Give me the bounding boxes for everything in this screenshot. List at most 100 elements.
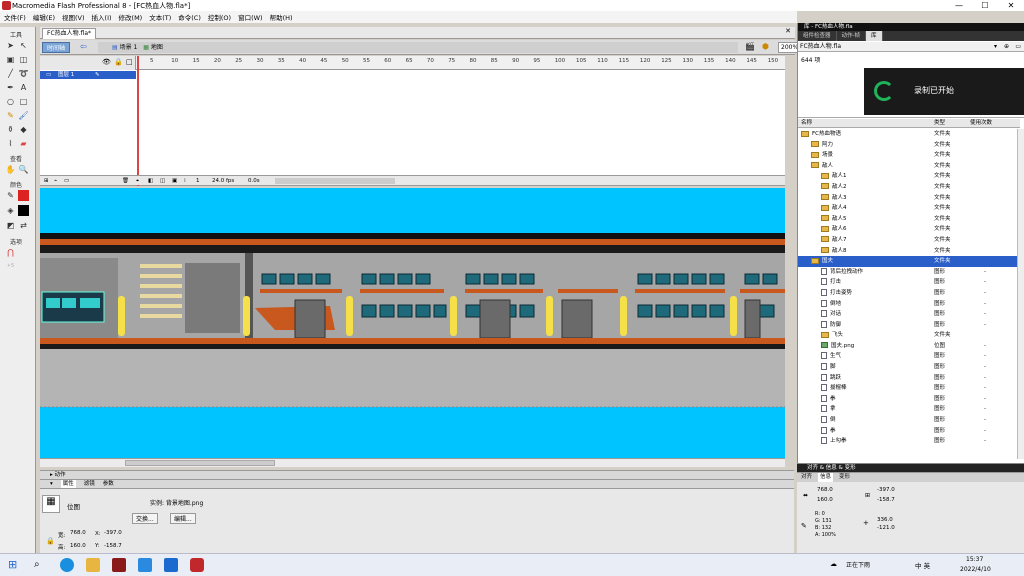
library-item[interactable]: 脚 图形 -: [798, 362, 1017, 373]
library-item[interactable]: 飞头 文件夹: [798, 330, 1017, 341]
menu-text[interactable]: 文本(T): [149, 12, 171, 22]
library-item[interactable]: 阿力 文件夹: [798, 140, 1017, 151]
zoom-tool-icon[interactable]: 🔍: [18, 164, 29, 175]
lock-icon[interactable]: 🔒: [114, 58, 123, 66]
library-item[interactable]: 敌人1 文件夹: [798, 171, 1017, 182]
frame-ruler[interactable]: 5 10 15 20 25 30 35 40 45 50 55 60 65 70 75 80 85 90 95 100…: [136, 56, 785, 70]
search-icon[interactable]: ⌕: [34, 558, 48, 572]
library-item[interactable]: 敌人4 文件夹: [798, 203, 1017, 214]
menu-help[interactable]: 帮助(H): [270, 12, 293, 22]
library-item[interactable]: 敌人3 文件夹: [798, 193, 1017, 204]
col-name[interactable]: 名称: [801, 119, 812, 128]
layer-row[interactable]: ▭ 图层 1 ✎: [40, 71, 136, 79]
eye-icon[interactable]: 👁: [102, 58, 111, 66]
library-item[interactable]: 敌人7 文件夹: [798, 235, 1017, 246]
close-button[interactable]: ✕: [998, 0, 1024, 11]
minimize-button[interactable]: —: [946, 0, 972, 11]
menu-edit[interactable]: 编辑(E): [33, 12, 55, 22]
tab-properties[interactable]: 属性: [60, 480, 76, 488]
onion-outline-icon[interactable]: ◫: [160, 176, 165, 186]
onion-skin-icon[interactable]: ◧: [148, 176, 153, 186]
add-folder-icon[interactable]: ▭: [64, 176, 69, 186]
library-item[interactable]: 敌人5 文件夹: [798, 214, 1017, 225]
breadcrumb-symbol[interactable]: 地图: [151, 44, 163, 51]
app-icon-red[interactable]: [112, 558, 126, 572]
delete-layer-icon[interactable]: 🗑: [122, 176, 129, 186]
library-scrollbar[interactable]: [1017, 129, 1024, 459]
fill-transform-icon[interactable]: ◫: [18, 54, 29, 65]
width-field[interactable]: 768.0: [70, 530, 86, 536]
edit-multiple-icon[interactable]: ▣: [172, 176, 177, 186]
arrow-tool-icon[interactable]: ➤: [5, 40, 16, 51]
menu-control[interactable]: 控制(O): [208, 12, 231, 22]
tab-transform[interactable]: 变形: [839, 473, 850, 482]
stroke-color-icon[interactable]: ✎: [5, 190, 16, 201]
library-item[interactable]: 拔棍棒 图形 -: [798, 383, 1017, 394]
library-item[interactable]: 国夫.png 位图 -: [798, 341, 1017, 352]
start-windows-icon[interactable]: ⊞: [8, 558, 22, 572]
library-item[interactable]: 背后拉拽动作 图形 -: [798, 267, 1017, 278]
subselect-tool-icon[interactable]: ↖: [18, 40, 29, 51]
flash-taskbar-icon[interactable]: [190, 558, 204, 572]
y-field[interactable]: -158.7: [104, 543, 122, 549]
tab-library[interactable]: 库: [866, 31, 883, 41]
add-guide-icon[interactable]: ⌁: [54, 176, 57, 186]
timeline-scrollbar[interactable]: [275, 178, 395, 184]
menu-file[interactable]: 文件(F): [4, 12, 26, 22]
close-doc-icon[interactable]: ✕: [785, 27, 791, 35]
info-y[interactable]: -158.7: [877, 497, 895, 503]
ime-indicator[interactable]: 中 英: [915, 560, 930, 570]
pencil-tool-icon[interactable]: ✎: [5, 110, 16, 121]
library-item[interactable]: 对话 图形 -: [798, 309, 1017, 320]
tab-component-inspector[interactable]: 组件检查器: [798, 31, 837, 41]
library-item[interactable]: 场景 文件夹: [798, 150, 1017, 161]
library-item[interactable]: 敌人8 文件夹: [798, 246, 1017, 257]
center-frame-icon[interactable]: ⌖: [136, 176, 139, 186]
edit-scene-icon[interactable]: 🎬: [745, 42, 755, 51]
tab-actions-frame[interactable]: 动作-帧: [837, 31, 867, 41]
swap-colors-icon[interactable]: ⇄: [18, 220, 29, 231]
paint-bucket-icon[interactable]: ◆: [18, 124, 29, 135]
library-item[interactable]: 生气 图形 -: [798, 351, 1017, 362]
tab-parameters[interactable]: 参数: [103, 480, 114, 488]
library-item[interactable]: 敌人2 文件夹: [798, 182, 1017, 193]
document-tab[interactable]: FC热血人物.fla*: [42, 28, 97, 39]
timeline-toggle-button[interactable]: 时间轴: [42, 42, 70, 53]
playhead[interactable]: [137, 56, 139, 186]
lock-ratio-icon[interactable]: 🔒: [46, 537, 55, 545]
maximize-button[interactable]: ☐: [972, 0, 998, 11]
hand-tool-icon[interactable]: ✋: [5, 164, 16, 175]
menu-view[interactable]: 视图(V): [62, 12, 85, 22]
app-icon-blue2[interactable]: [164, 558, 178, 572]
info-height[interactable]: 160.0: [817, 497, 833, 503]
library-item[interactable]: 敌人6 文件夹: [798, 224, 1017, 235]
library-item[interactable]: 跳跃 图形 -: [798, 373, 1017, 384]
black-white-icon[interactable]: ◩: [5, 220, 16, 231]
library-item[interactable]: 上勾拳 图形 -: [798, 436, 1017, 447]
menu-insert[interactable]: 插入(I): [92, 12, 112, 22]
library-item[interactable]: 打击姿势 图形 -: [798, 288, 1017, 299]
transform-panel-header[interactable]: 对齐 & 信息 & 变形: [797, 464, 1024, 473]
lasso-tool-icon[interactable]: ➰: [18, 68, 29, 79]
brush-tool-icon[interactable]: 🖌: [18, 110, 29, 121]
line-tool-icon[interactable]: ╱: [5, 68, 16, 79]
stroke-color-swatch[interactable]: [18, 190, 29, 201]
height-field[interactable]: 160.0: [70, 543, 86, 549]
pen-tool-icon[interactable]: ✒: [5, 82, 16, 93]
eraser-icon[interactable]: ▰: [18, 138, 29, 149]
app-icon-blue[interactable]: [138, 558, 152, 572]
smooth-icon[interactable]: ⁺⁵: [5, 261, 16, 272]
snap-magnet-icon[interactable]: ⋂: [5, 247, 16, 258]
outline-icon[interactable]: □: [126, 58, 133, 66]
file-explorer-icon[interactable]: [86, 558, 100, 572]
info-width[interactable]: 768.0: [817, 487, 833, 493]
ink-bottle-icon[interactable]: ⚱: [5, 124, 16, 135]
library-item[interactable]: 防御 图形 -: [798, 320, 1017, 331]
library-item[interactable]: 拳 图形 -: [798, 394, 1017, 405]
stage-horizontal-scrollbar[interactable]: [40, 458, 785, 467]
edge-browser-icon[interactable]: [60, 558, 74, 572]
library-item[interactable]: 拿 图形 -: [798, 404, 1017, 415]
stage-canvas[interactable]: [40, 188, 785, 458]
menu-window[interactable]: 窗口(W): [238, 12, 263, 22]
swap-button[interactable]: 交换...: [132, 513, 158, 524]
